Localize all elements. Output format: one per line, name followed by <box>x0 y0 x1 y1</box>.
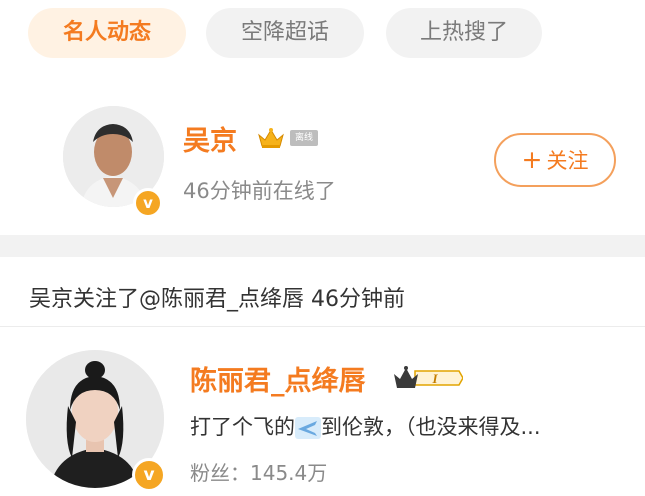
crown-icon <box>258 128 284 148</box>
username[interactable]: 吴京 <box>183 119 237 158</box>
username[interactable]: 陈丽君_点绛唇 <box>190 359 366 398</box>
tab-airdrop-topics[interactable]: 空降超话 <box>206 8 364 58</box>
tab-trending[interactable]: 上热搜了 <box>386 8 542 58</box>
vip-level-text: I <box>431 371 438 386</box>
follow-label: 关注 <box>546 149 589 173</box>
post-text-before: 打了个飞的 <box>190 415 295 439</box>
airplane-icon <box>295 417 321 439</box>
online-status: 46分钟前在线了 <box>183 179 336 203</box>
category-tabs: 名人动态 空降超话 上热搜了 <box>0 0 645 75</box>
user-card-chenlijun[interactable]: v 陈丽君_点绛唇 I 打了个飞的 到伦敦，（也没来得及... 粉丝：145.4… <box>0 327 645 496</box>
post-preview[interactable]: 打了个飞的 到伦敦，（也没来得及... <box>190 411 541 441</box>
activity-text: 吴京关注了@陈丽君_点绛唇 46分钟前 <box>29 287 405 312</box>
tab-celebrity-news[interactable]: 名人动态 <box>28 8 186 58</box>
user-card-wujing[interactable]: v 吴京 离线 46分钟前在线了 + 关注 <box>0 75 645 235</box>
section-divider <box>0 235 645 257</box>
offline-badge: 离线 <box>290 130 318 146</box>
activity-item[interactable]: 吴京关注了@陈丽君_点绛唇 46分钟前 <box>0 257 645 327</box>
plus-icon: + <box>521 145 543 174</box>
fans-count: 粉丝：145.4万 <box>190 461 328 485</box>
follow-button[interactable]: + 关注 <box>494 133 616 187</box>
verified-icon: v <box>132 458 166 492</box>
verified-icon: v <box>133 188 163 218</box>
vip-level-icon: I <box>394 366 463 388</box>
post-text-after: 到伦敦，（也没来得及... <box>321 415 541 439</box>
